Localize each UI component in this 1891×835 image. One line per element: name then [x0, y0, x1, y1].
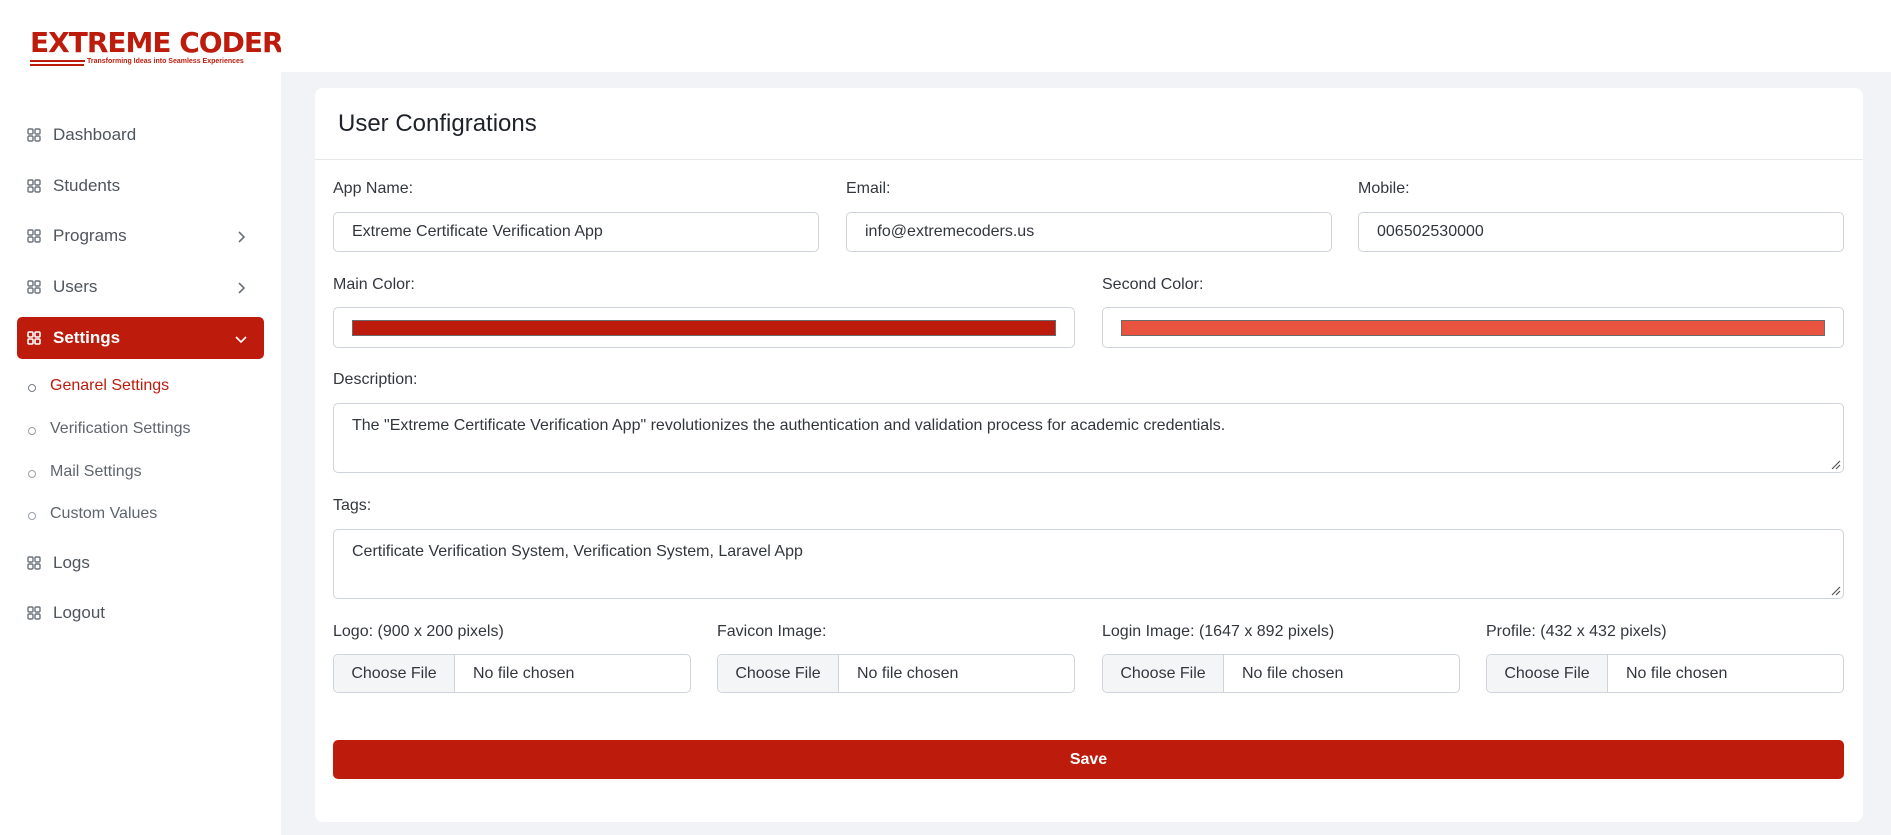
sidebar-item-dashboard[interactable]: Dashboard	[17, 114, 264, 156]
choose-file-button[interactable]: Choose File	[718, 655, 839, 692]
file-status: No file chosen	[473, 664, 575, 682]
logo-underline	[30, 64, 84, 66]
submenu-item-mail-settings[interactable]: Mail Settings	[28, 458, 142, 486]
bullet-icon	[28, 470, 36, 478]
grid-icon	[27, 179, 41, 193]
grid-icon	[27, 556, 41, 570]
sidebar-item-logout[interactable]: Logout	[17, 592, 264, 634]
sidebar-item-label: Dashboard	[53, 125, 137, 144]
submenu-item-label: Custom Values	[50, 505, 158, 522]
sidebar-item-users[interactable]: Users	[17, 266, 264, 308]
submenu-item-label: Mail Settings	[50, 463, 142, 480]
description-text: The "Extreme Certificate Verification Ap…	[352, 417, 1226, 434]
sidebar-item-students[interactable]: Students	[17, 165, 264, 207]
sidebar-item-settings[interactable]: Settings	[17, 317, 264, 359]
sidebar-item-label: Students	[53, 176, 121, 195]
file-status: No file chosen	[1626, 664, 1728, 682]
submenu-item-label: Genarel Settings	[50, 377, 170, 394]
main-color-label: Main Color:	[333, 276, 415, 293]
resize-handle-icon[interactable]	[1829, 458, 1841, 470]
tags-label: Tags:	[333, 497, 372, 514]
grid-icon	[27, 606, 41, 620]
sidebar: EXTREME CODERS Transforming Ideas into S…	[0, 0, 303, 835]
grid-icon	[27, 229, 41, 243]
tags-textarea[interactable]: Certificate Verification System, Verific…	[333, 529, 1844, 599]
sidebar-item-logs[interactable]: Logs	[17, 542, 264, 584]
mobile-input[interactable]: 006502530000	[1358, 212, 1844, 252]
submenu-item-custom-values[interactable]: Custom Values	[28, 500, 157, 528]
favicon-label: Favicon Image:	[717, 623, 827, 640]
chevron-down-icon	[234, 331, 248, 345]
choose-file-button[interactable]: Choose File	[334, 655, 455, 692]
login-image-file-input[interactable]: Choose File No file chosen	[1102, 654, 1460, 693]
choose-file-button[interactable]: Choose File	[1103, 655, 1224, 692]
main-color-swatch	[352, 320, 1056, 336]
bullet-icon	[28, 512, 36, 520]
page-title: User Configrations	[338, 109, 537, 137]
sidebar-item-label: Logout	[53, 603, 105, 622]
tags-text: Certificate Verification System, Verific…	[352, 543, 803, 560]
mobile-label: Mobile:	[1358, 180, 1410, 197]
sidebar-item-label: Programs	[53, 226, 127, 245]
description-textarea[interactable]: The "Extreme Certificate Verification Ap…	[333, 403, 1844, 473]
email-input[interactable]: info@extremecoders.us	[846, 212, 1332, 252]
submenu-item-verification-settings[interactable]: Verification Settings	[28, 415, 191, 443]
email-label: Email:	[846, 180, 891, 197]
choose-file-button[interactable]: Choose File	[1487, 655, 1608, 692]
grid-icon	[27, 331, 41, 345]
save-button[interactable]: Save	[333, 740, 1844, 779]
sidebar-item-programs[interactable]: Programs	[17, 215, 264, 257]
profile-file-input[interactable]: Choose File No file chosen	[1486, 654, 1844, 693]
top-bar	[281, 0, 1891, 72]
app-name-input[interactable]: Extreme Certificate Verification App	[333, 212, 819, 252]
favicon-file-input[interactable]: Choose File No file chosen	[717, 654, 1075, 693]
main-color-picker[interactable]	[333, 307, 1075, 348]
second-color-swatch	[1121, 320, 1825, 336]
login-image-label: Login Image: (1647 x 892 pixels)	[1102, 623, 1335, 640]
bullet-icon	[28, 384, 36, 392]
card-header: User Configrations	[315, 88, 1863, 160]
brand-name: EXTREME CODERS	[30, 26, 303, 59]
grid-icon	[27, 280, 41, 294]
submenu-item-label: Verification Settings	[50, 420, 191, 437]
bullet-icon	[28, 427, 36, 435]
file-status: No file chosen	[1242, 664, 1344, 682]
second-color-label: Second Color:	[1102, 276, 1204, 293]
description-label: Description:	[333, 371, 418, 388]
app-name-label: App Name:	[333, 180, 414, 197]
chevron-right-icon	[234, 229, 248, 243]
logo-file-input[interactable]: Choose File No file chosen	[333, 654, 691, 693]
second-color-picker[interactable]	[1102, 307, 1844, 348]
logo-underline	[30, 60, 85, 62]
brand-tagline: Transforming Ideas into Seamless Experie…	[87, 58, 244, 65]
profile-label: Profile: (432 x 432 pixels)	[1486, 623, 1667, 640]
sidebar-item-label: Settings	[53, 328, 121, 347]
sidebar-item-label: Logs	[53, 553, 90, 572]
chevron-right-icon	[234, 280, 248, 294]
user-configurations-card: User Configrations App Name: Extreme Cer…	[315, 88, 1863, 822]
brand-logo[interactable]: EXTREME CODERS Transforming Ideas into S…	[30, 26, 303, 68]
submenu-item-general-settings[interactable]: Genarel Settings	[28, 372, 169, 400]
file-status: No file chosen	[857, 664, 959, 682]
sidebar-item-label: Users	[53, 277, 98, 296]
logo-label: Logo: (900 x 200 pixels)	[333, 623, 504, 640]
resize-handle-icon[interactable]	[1829, 584, 1841, 596]
grid-icon	[27, 128, 41, 142]
